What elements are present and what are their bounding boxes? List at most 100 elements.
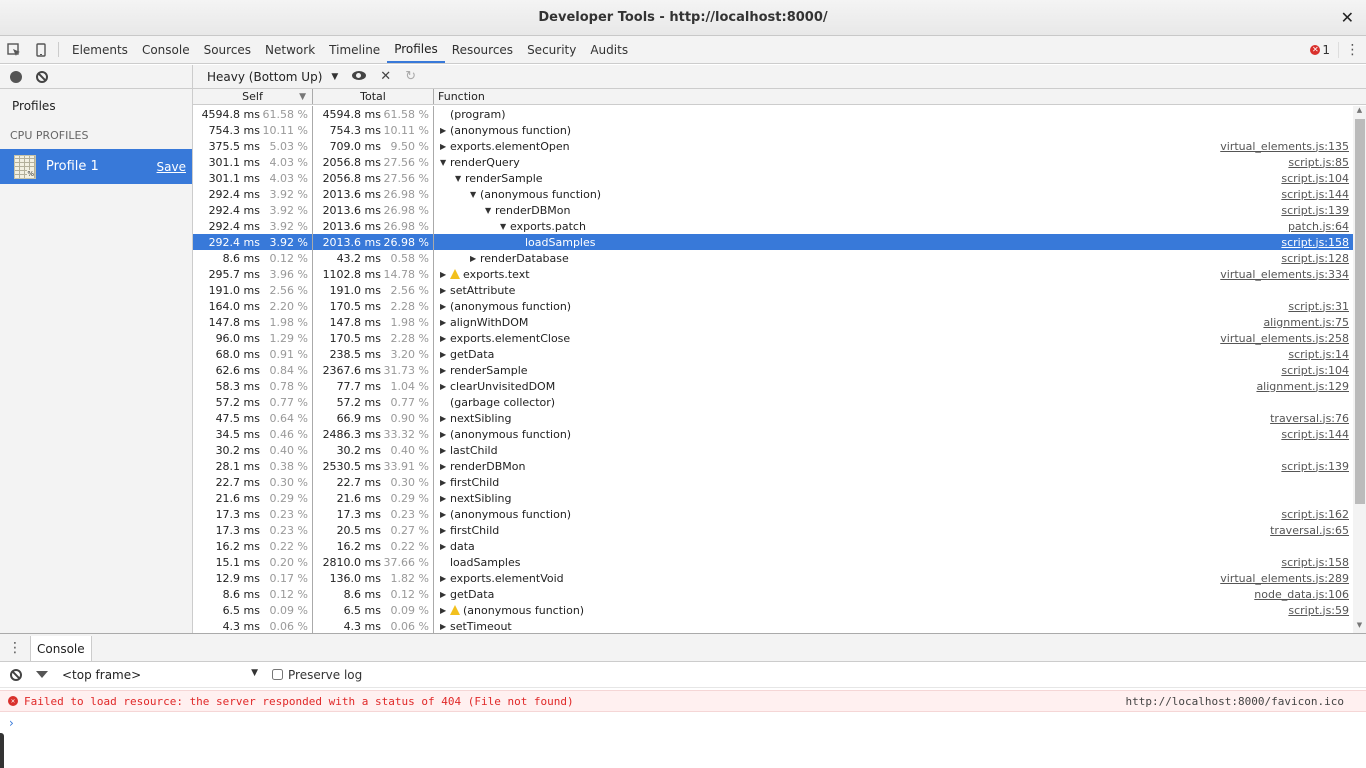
collapsed-arrow-icon[interactable]: ▶ (440, 494, 450, 503)
source-link[interactable]: script.js:139 (1281, 204, 1349, 217)
collapsed-arrow-icon[interactable]: ▶ (440, 318, 450, 327)
table-row[interactable]: 34.5 ms 0.46 % 2486.3 ms 33.32 % ▶ (anonymous… (193, 426, 1353, 442)
collapsed-arrow-icon[interactable]: ▶ (440, 478, 450, 487)
collapsed-arrow-icon[interactable]: ▶ (440, 590, 450, 599)
source-link[interactable]: virtual_elements.js:334 (1220, 268, 1349, 281)
table-row[interactable]: 47.5 ms 0.64 % 66.9 ms 0.90 % ▶ nextSibling tr… (193, 410, 1353, 426)
table-row[interactable]: 96.0 ms 1.29 % 170.5 ms 2.28 % ▶ exports.elem… (193, 330, 1353, 346)
table-row[interactable]: 12.9 ms 0.17 % 136.0 ms 1.82 % ▶ exports.elem… (193, 570, 1353, 586)
table-row[interactable]: 8.6 ms 0.12 % 43.2 ms 0.58 % ▶ renderDatabase… (193, 250, 1353, 266)
profile-item[interactable]: % Profile 1 Save (0, 149, 192, 184)
table-row[interactable]: 754.3 ms 10.11 % 754.3 ms 10.11 % ▶ (anonymou… (193, 122, 1353, 138)
tab-audits[interactable]: Audits (583, 36, 635, 63)
source-link[interactable]: script.js:158 (1281, 236, 1349, 249)
source-link[interactable]: script.js:104 (1281, 364, 1349, 377)
table-row[interactable]: 292.4 ms 3.92 % 2013.6 ms 26.98 % ▼ renderDBM… (193, 202, 1353, 218)
table-row[interactable]: 58.3 ms 0.78 % 77.7 ms 1.04 % ▶ clearUnvisite… (193, 378, 1353, 394)
focus-button[interactable] (352, 69, 367, 84)
record-icon[interactable] (10, 70, 22, 83)
source-link[interactable]: virtual_elements.js:135 (1220, 140, 1349, 153)
source-link[interactable]: alignment.js:129 (1256, 380, 1349, 393)
scrollbar-thumb[interactable] (1355, 119, 1365, 504)
collapsed-arrow-icon[interactable]: ▶ (440, 382, 450, 391)
table-row[interactable]: 28.1 ms 0.38 % 2530.5 ms 33.91 % ▶ renderDBMo… (193, 458, 1353, 474)
preserve-log-toggle[interactable]: Preserve log (272, 668, 362, 682)
tab-timeline[interactable]: Timeline (322, 36, 387, 63)
table-row[interactable]: 301.1 ms 4.03 % 2056.8 ms 27.56 % ▼ renderSam… (193, 170, 1353, 186)
tab-sources[interactable]: Sources (197, 36, 258, 63)
source-link[interactable]: script.js:144 (1281, 428, 1349, 441)
table-row[interactable]: 4594.8 ms 61.58 % 4594.8 ms 61.58 % (program… (193, 106, 1353, 122)
console-input[interactable] (20, 712, 1350, 728)
source-link[interactable]: node_data.js:106 (1254, 588, 1349, 601)
source-link[interactable]: patch.js:64 (1288, 220, 1349, 233)
expanded-arrow-icon[interactable]: ▼ (485, 206, 495, 215)
collapsed-arrow-icon[interactable]: ▶ (440, 350, 450, 359)
source-link[interactable]: script.js:158 (1281, 556, 1349, 569)
source-link[interactable]: script.js:104 (1281, 172, 1349, 185)
collapsed-arrow-icon[interactable]: ▶ (440, 286, 450, 295)
close-icon[interactable]: ✕ (1341, 8, 1354, 27)
table-row[interactable]: 292.4 ms 3.92 % 2013.6 ms 26.98 % ▼ (anonymou… (193, 186, 1353, 202)
table-row[interactable]: 16.2 ms 0.22 % 16.2 ms 0.22 % ▶ data (193, 538, 1353, 554)
collapsed-arrow-icon[interactable]: ▶ (440, 526, 450, 535)
exclude-button[interactable]: ✕ (380, 69, 391, 84)
source-link[interactable]: script.js:59 (1288, 604, 1349, 617)
clear-all-icon[interactable] (36, 70, 48, 83)
table-row[interactable]: 21.6 ms 0.29 % 21.6 ms 0.29 % ▶ nextSibling (193, 490, 1353, 506)
table-row[interactable]: 191.0 ms 2.56 % 191.0 ms 2.56 % ▶ setAttribut… (193, 282, 1353, 298)
message-source-link[interactable]: http://localhost:8000/favicon.ico (1125, 695, 1344, 708)
clear-console-icon[interactable] (10, 668, 22, 681)
table-row[interactable]: 22.7 ms 0.30 % 22.7 ms 0.30 % ▶ firstChild (193, 474, 1353, 490)
tab-elements[interactable]: Elements (65, 36, 135, 63)
error-counter[interactable]: ✕ 1 (1302, 43, 1338, 57)
table-row[interactable]: 17.3 ms 0.23 % 17.3 ms 0.23 % ▶ (anonymous fu… (193, 506, 1353, 522)
table-row[interactable]: 4.3 ms 0.06 % 4.3 ms 0.06 % ▶ setTimeout (193, 618, 1353, 633)
expanded-arrow-icon[interactable]: ▼ (440, 158, 450, 167)
collapsed-arrow-icon[interactable]: ▶ (440, 270, 450, 279)
tab-profiles[interactable]: Profiles (387, 36, 445, 63)
table-row[interactable]: 295.7 ms 3.96 % 1102.8 ms 14.78 % ▶ exports.t… (193, 266, 1353, 282)
collapsed-arrow-icon[interactable]: ▶ (440, 574, 450, 583)
collapsed-arrow-icon[interactable]: ▶ (440, 142, 450, 151)
view-mode-select[interactable]: Heavy (Bottom Up) ▼ (207, 70, 338, 84)
tab-security[interactable]: Security (520, 36, 583, 63)
source-link[interactable]: virtual_elements.js:289 (1220, 572, 1349, 585)
restore-button[interactable]: ↻ (405, 69, 416, 84)
collapsed-arrow-icon[interactable]: ▶ (440, 510, 450, 519)
collapsed-arrow-icon[interactable]: ▶ (440, 126, 450, 135)
table-row[interactable]: 164.0 ms 2.20 % 170.5 ms 2.28 % ▶ (anonymous … (193, 298, 1353, 314)
table-row[interactable]: 68.0 ms 0.91 % 238.5 ms 3.20 % ▶ getData scrip… (193, 346, 1353, 362)
expanded-arrow-icon[interactable]: ▼ (455, 174, 465, 183)
sidebar-heading[interactable]: Profiles (0, 89, 192, 123)
table-row[interactable]: 147.8 ms 1.98 % 147.8 ms 1.98 % ▶ alignWithDO… (193, 314, 1353, 330)
filter-icon[interactable] (36, 671, 48, 678)
table-row[interactable]: 375.5 ms 5.03 % 709.0 ms 9.50 % ▶ exports.ele… (193, 138, 1353, 154)
table-row[interactable]: 17.3 ms 0.23 % 20.5 ms 0.27 % ▶ firstChild tra… (193, 522, 1353, 538)
source-link[interactable]: alignment.js:75 (1263, 316, 1349, 329)
source-link[interactable]: traversal.js:65 (1270, 524, 1349, 537)
column-header-self[interactable]: Self ▼ (193, 89, 313, 104)
expanded-arrow-icon[interactable]: ▼ (470, 190, 480, 199)
collapsed-arrow-icon[interactable]: ▶ (440, 366, 450, 375)
source-link[interactable]: script.js:144 (1281, 188, 1349, 201)
tab-resources[interactable]: Resources (445, 36, 520, 63)
table-row[interactable]: 292.4 ms 3.92 % 2013.6 ms 26.98 % ▼ exports.p… (193, 218, 1353, 234)
collapsed-arrow-icon[interactable]: ▶ (440, 622, 450, 631)
collapsed-arrow-icon[interactable]: ▶ (440, 414, 450, 423)
collapsed-arrow-icon[interactable]: ▶ (470, 254, 480, 263)
save-profile-link[interactable]: Save (157, 160, 186, 174)
collapsed-arrow-icon[interactable]: ▶ (440, 334, 450, 343)
source-link[interactable]: script.js:162 (1281, 508, 1349, 521)
table-row[interactable]: 6.5 ms 0.09 % 6.5 ms 0.09 % ▶ (anonymous func… (193, 602, 1353, 618)
collapsed-arrow-icon[interactable]: ▶ (440, 446, 450, 455)
device-mode-button[interactable] (27, 36, 54, 63)
collapsed-arrow-icon[interactable]: ▶ (440, 542, 450, 551)
inspect-element-button[interactable] (0, 36, 27, 63)
drawer-tab-console[interactable]: Console (30, 636, 92, 661)
source-link[interactable]: script.js:128 (1281, 252, 1349, 265)
scroll-up-icon[interactable]: ▲ (1353, 106, 1366, 118)
column-header-function[interactable]: Function (434, 89, 1366, 104)
source-link[interactable]: traversal.js:76 (1270, 412, 1349, 425)
context-select[interactable]: <top frame> ▼ (62, 668, 258, 682)
